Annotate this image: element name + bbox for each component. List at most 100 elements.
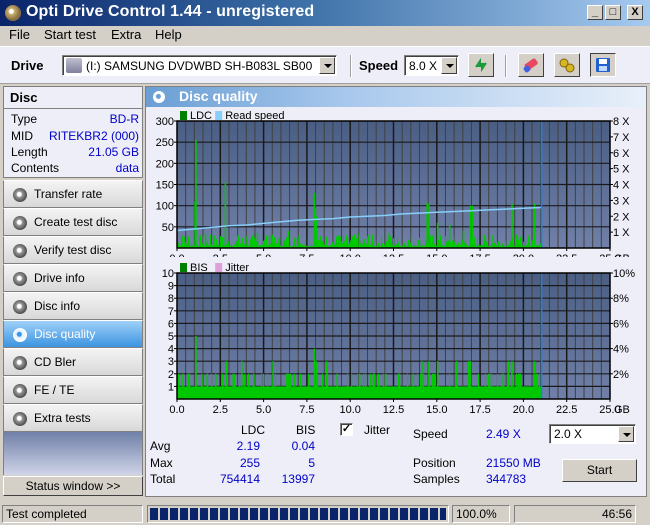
y2-tick-label: 4 X [613, 180, 630, 192]
menu-file[interactable]: File [9, 27, 30, 42]
minimize-button[interactable]: _ [587, 5, 603, 20]
data-bar [213, 386, 215, 399]
legend-swatch [180, 111, 187, 120]
data-bar [319, 386, 321, 399]
speed-select[interactable]: 8.0 X [404, 55, 459, 76]
data-bar [218, 386, 220, 399]
data-bar [267, 373, 269, 399]
extra-tests-icon [13, 412, 27, 426]
data-bar [410, 242, 412, 248]
jitter-checkbox[interactable]: ✓ [340, 423, 353, 436]
data-spike [469, 205, 472, 248]
data-bar [236, 241, 238, 248]
data-bar [483, 386, 485, 399]
data-bar [514, 386, 516, 399]
y2-tick-label: 1 X [613, 227, 630, 239]
data-bar [364, 239, 366, 248]
data-spike [204, 233, 207, 248]
erase-button[interactable] [518, 53, 544, 77]
data-bar [403, 386, 405, 399]
data-bar [257, 386, 259, 399]
data-bar [352, 386, 354, 399]
data-bar [484, 386, 486, 399]
data-bar [486, 241, 488, 248]
data-bar [500, 386, 502, 399]
avg-ldc: 2.19 [236, 439, 260, 453]
nav-drive-info[interactable]: Drive info [3, 264, 143, 292]
data-spike [253, 373, 255, 399]
refresh-button[interactable] [468, 53, 494, 77]
settings-button[interactable] [554, 53, 580, 77]
data-bar [381, 386, 383, 399]
data-bar [532, 240, 534, 248]
data-bar [293, 386, 295, 399]
data-spike [224, 182, 227, 248]
nav-transfer-rate[interactable]: Transfer rate [3, 180, 143, 208]
nav-cd-bler[interactable]: CD Bler [3, 348, 143, 376]
drive-select[interactable]: (I:) SAMSUNG DVDWBD SH-B083L SB00 [62, 55, 337, 76]
nav-label: Create test disc [34, 215, 118, 229]
chevron-down-icon[interactable] [618, 426, 634, 442]
chevron-down-icon[interactable] [441, 57, 457, 74]
nav-disc-quality[interactable]: Disc quality [3, 320, 143, 348]
data-bar [359, 235, 361, 248]
data-bar [539, 373, 541, 399]
data-spike [388, 233, 390, 248]
data-bar [375, 386, 377, 399]
data-bar [274, 386, 276, 399]
data-bar [513, 386, 515, 399]
data-spike [195, 140, 197, 248]
data-bar [391, 242, 393, 248]
sidebar-filler [3, 432, 143, 475]
data-bar [518, 373, 520, 399]
test-speed-select[interactable]: 2.0 X [549, 424, 636, 444]
data-bar [529, 242, 531, 248]
data-bar [369, 386, 371, 399]
data-bar [181, 386, 183, 399]
save-icon [596, 58, 610, 72]
data-bar [451, 386, 453, 399]
data-spike [507, 361, 510, 399]
menu-extra[interactable]: Extra [111, 27, 141, 42]
maximize-button[interactable]: □ [605, 5, 621, 20]
data-bar [454, 386, 456, 399]
start-button[interactable]: Start [562, 459, 637, 482]
data-bar [325, 386, 327, 399]
nav-label: Drive info [34, 271, 85, 285]
data-bar [339, 386, 341, 399]
data-bar [341, 241, 343, 248]
menu-start-test[interactable]: Start test [44, 27, 96, 42]
test-speed-value: 2.0 X [554, 427, 583, 441]
disc-quality-icon [153, 91, 165, 103]
data-bar [375, 240, 377, 248]
nav-label: Transfer rate [34, 187, 103, 201]
chevron-down-icon[interactable] [319, 57, 335, 74]
status-window-button[interactable]: Status window >> [3, 476, 143, 496]
nav-label: Verify test disc [34, 243, 112, 257]
data-bar [332, 242, 334, 248]
bis-chart: 0.0 2.5 5.0 7.5 10.0 12.5 15.0 17.5 20.0 22.5 25.0… [162, 262, 635, 416]
nav-disc-info[interactable]: Disc info [3, 292, 143, 320]
close-button[interactable]: X [627, 5, 643, 20]
nav-verify-test-disc[interactable]: Verify test disc [3, 236, 143, 264]
nav-fe-te[interactable]: FE / TE [3, 376, 143, 404]
nav-label: Extra tests [34, 411, 91, 425]
data-bar [256, 386, 258, 399]
x-tick-label: 22.5 [556, 404, 577, 416]
y-tick-label: 1 [168, 381, 174, 393]
data-bar [210, 234, 212, 248]
data-bar [217, 386, 219, 399]
data-bar [364, 386, 366, 399]
save-button[interactable] [590, 53, 616, 77]
menu-help[interactable]: Help [155, 27, 182, 42]
nav-extra-tests[interactable]: Extra tests [3, 404, 143, 432]
legend-swatch [215, 111, 223, 120]
speed-label: Speed [413, 427, 448, 441]
avg-bis: 0.04 [291, 439, 315, 453]
y2-tick-label: 6% [613, 318, 629, 330]
disc-row-mid: MID RITEKBR2 (000) [11, 129, 139, 145]
data-bar [396, 386, 398, 399]
x-tick-label: 17.5 [469, 404, 490, 416]
data-bar [476, 386, 478, 399]
nav-create-test-disc[interactable]: Create test disc [3, 208, 143, 236]
